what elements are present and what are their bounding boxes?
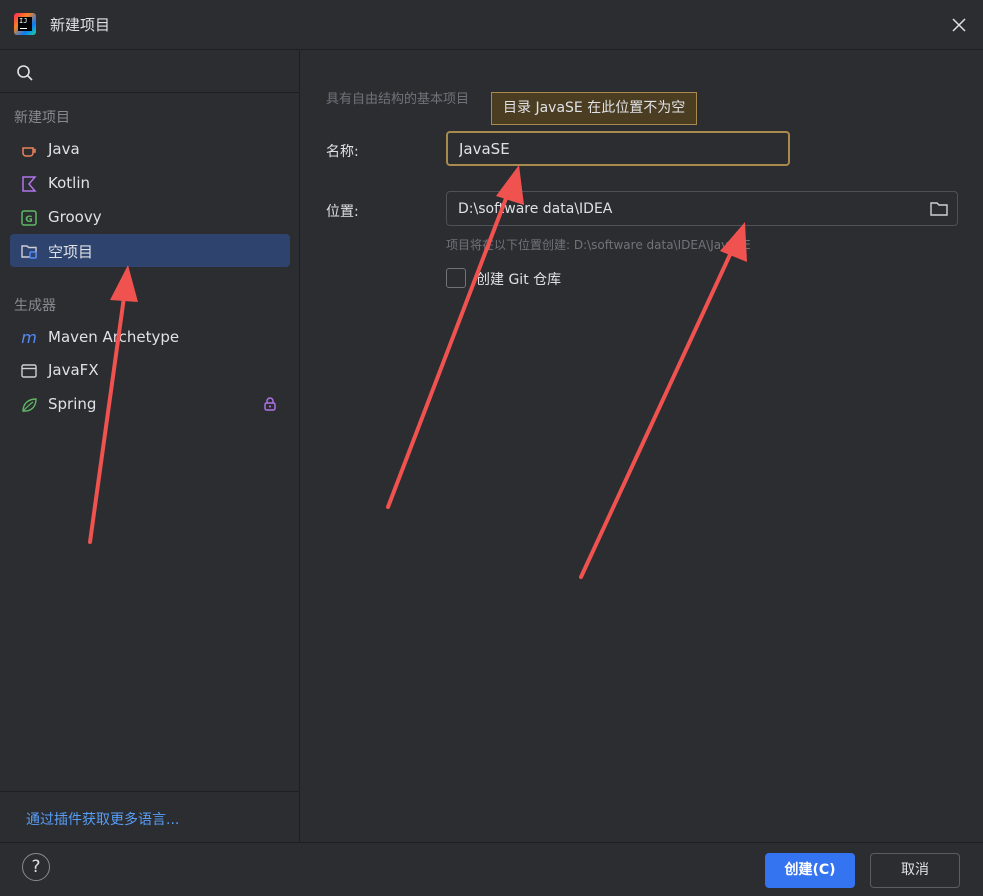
lock-icon bbox=[264, 397, 276, 411]
groovy-icon: G bbox=[21, 210, 37, 226]
sidebar-divider bbox=[0, 791, 300, 792]
location-label: 位置: bbox=[326, 204, 359, 220]
sidebar-item-label: Groovy bbox=[48, 208, 102, 226]
project-description: 具有自由结构的基本项目 bbox=[326, 92, 470, 107]
sidebar-item-java[interactable]: Java bbox=[10, 133, 290, 166]
project-location-input[interactable] bbox=[446, 191, 958, 226]
sidebar-item-javafx[interactable]: JavaFX bbox=[10, 354, 290, 387]
sidebar-item-label: 空项目 bbox=[48, 243, 94, 261]
sidebar-item-kotlin[interactable]: Kotlin bbox=[10, 167, 290, 200]
project-settings-panel: 具有自由结构的基本项目 目录 JavaSE 在此位置不为空 名称: 位置: 项目… bbox=[301, 51, 983, 842]
create-button[interactable]: 创建(C) bbox=[765, 853, 855, 888]
name-label: 名称: bbox=[326, 144, 359, 160]
section-label-generators: 生成器 bbox=[14, 298, 56, 314]
title-bar: IJ 新建项目 bbox=[0, 0, 983, 50]
svg-text:G: G bbox=[25, 215, 32, 225]
sidebar-item-label: Kotlin bbox=[48, 174, 90, 192]
browse-folder-icon[interactable] bbox=[929, 200, 949, 218]
java-cup-icon bbox=[22, 147, 36, 157]
create-git-repo-checkbox[interactable] bbox=[446, 268, 466, 288]
svg-text:m: m bbox=[21, 329, 37, 347]
sidebar-item-groovy[interactable]: G Groovy bbox=[10, 201, 290, 234]
cancel-button[interactable]: 取消 bbox=[870, 853, 960, 888]
project-name-input[interactable] bbox=[446, 131, 790, 166]
sidebar-search[interactable] bbox=[0, 51, 300, 93]
dialog-footer: ? 创建(C) 取消 bbox=[0, 842, 983, 896]
section-label-new-project: 新建项目 bbox=[14, 110, 70, 126]
sidebar-item-label: Spring bbox=[48, 395, 97, 413]
sidebar: 新建项目 Java Kotlin G Groovy 空项目 生成器 m Mave… bbox=[0, 51, 300, 842]
validation-tooltip: 目录 JavaSE 在此位置不为空 bbox=[491, 92, 698, 125]
javafx-window-icon bbox=[21, 364, 37, 378]
help-button[interactable]: ? bbox=[22, 853, 50, 881]
get-more-languages-link[interactable]: 通过插件获取更多语言... bbox=[26, 809, 179, 829]
intellij-logo-icon: IJ bbox=[14, 13, 36, 35]
maven-m-icon: m bbox=[21, 329, 37, 347]
sidebar-item-empty-project[interactable]: 空项目 bbox=[10, 234, 290, 267]
sidebar-item-label: Maven Archetype bbox=[48, 328, 180, 346]
kotlin-icon bbox=[22, 176, 37, 192]
close-icon bbox=[952, 18, 966, 32]
sidebar-item-label: JavaFX bbox=[48, 361, 99, 379]
dialog-title: 新建项目 bbox=[50, 16, 111, 34]
spring-leaf-icon bbox=[22, 398, 37, 412]
location-hint: 项目将在以下位置创建: D:\software data\IDEA\JavaSE bbox=[446, 238, 751, 252]
sidebar-item-maven-archetype[interactable]: m Maven Archetype bbox=[10, 321, 290, 354]
sidebar-item-spring[interactable]: Spring bbox=[10, 388, 290, 421]
close-button[interactable] bbox=[947, 13, 971, 37]
search-icon bbox=[17, 65, 33, 81]
empty-project-folder-icon bbox=[21, 245, 37, 259]
create-git-repo-label[interactable]: 创建 Git 仓库 bbox=[476, 269, 561, 289]
sidebar-item-label: Java bbox=[48, 140, 80, 158]
